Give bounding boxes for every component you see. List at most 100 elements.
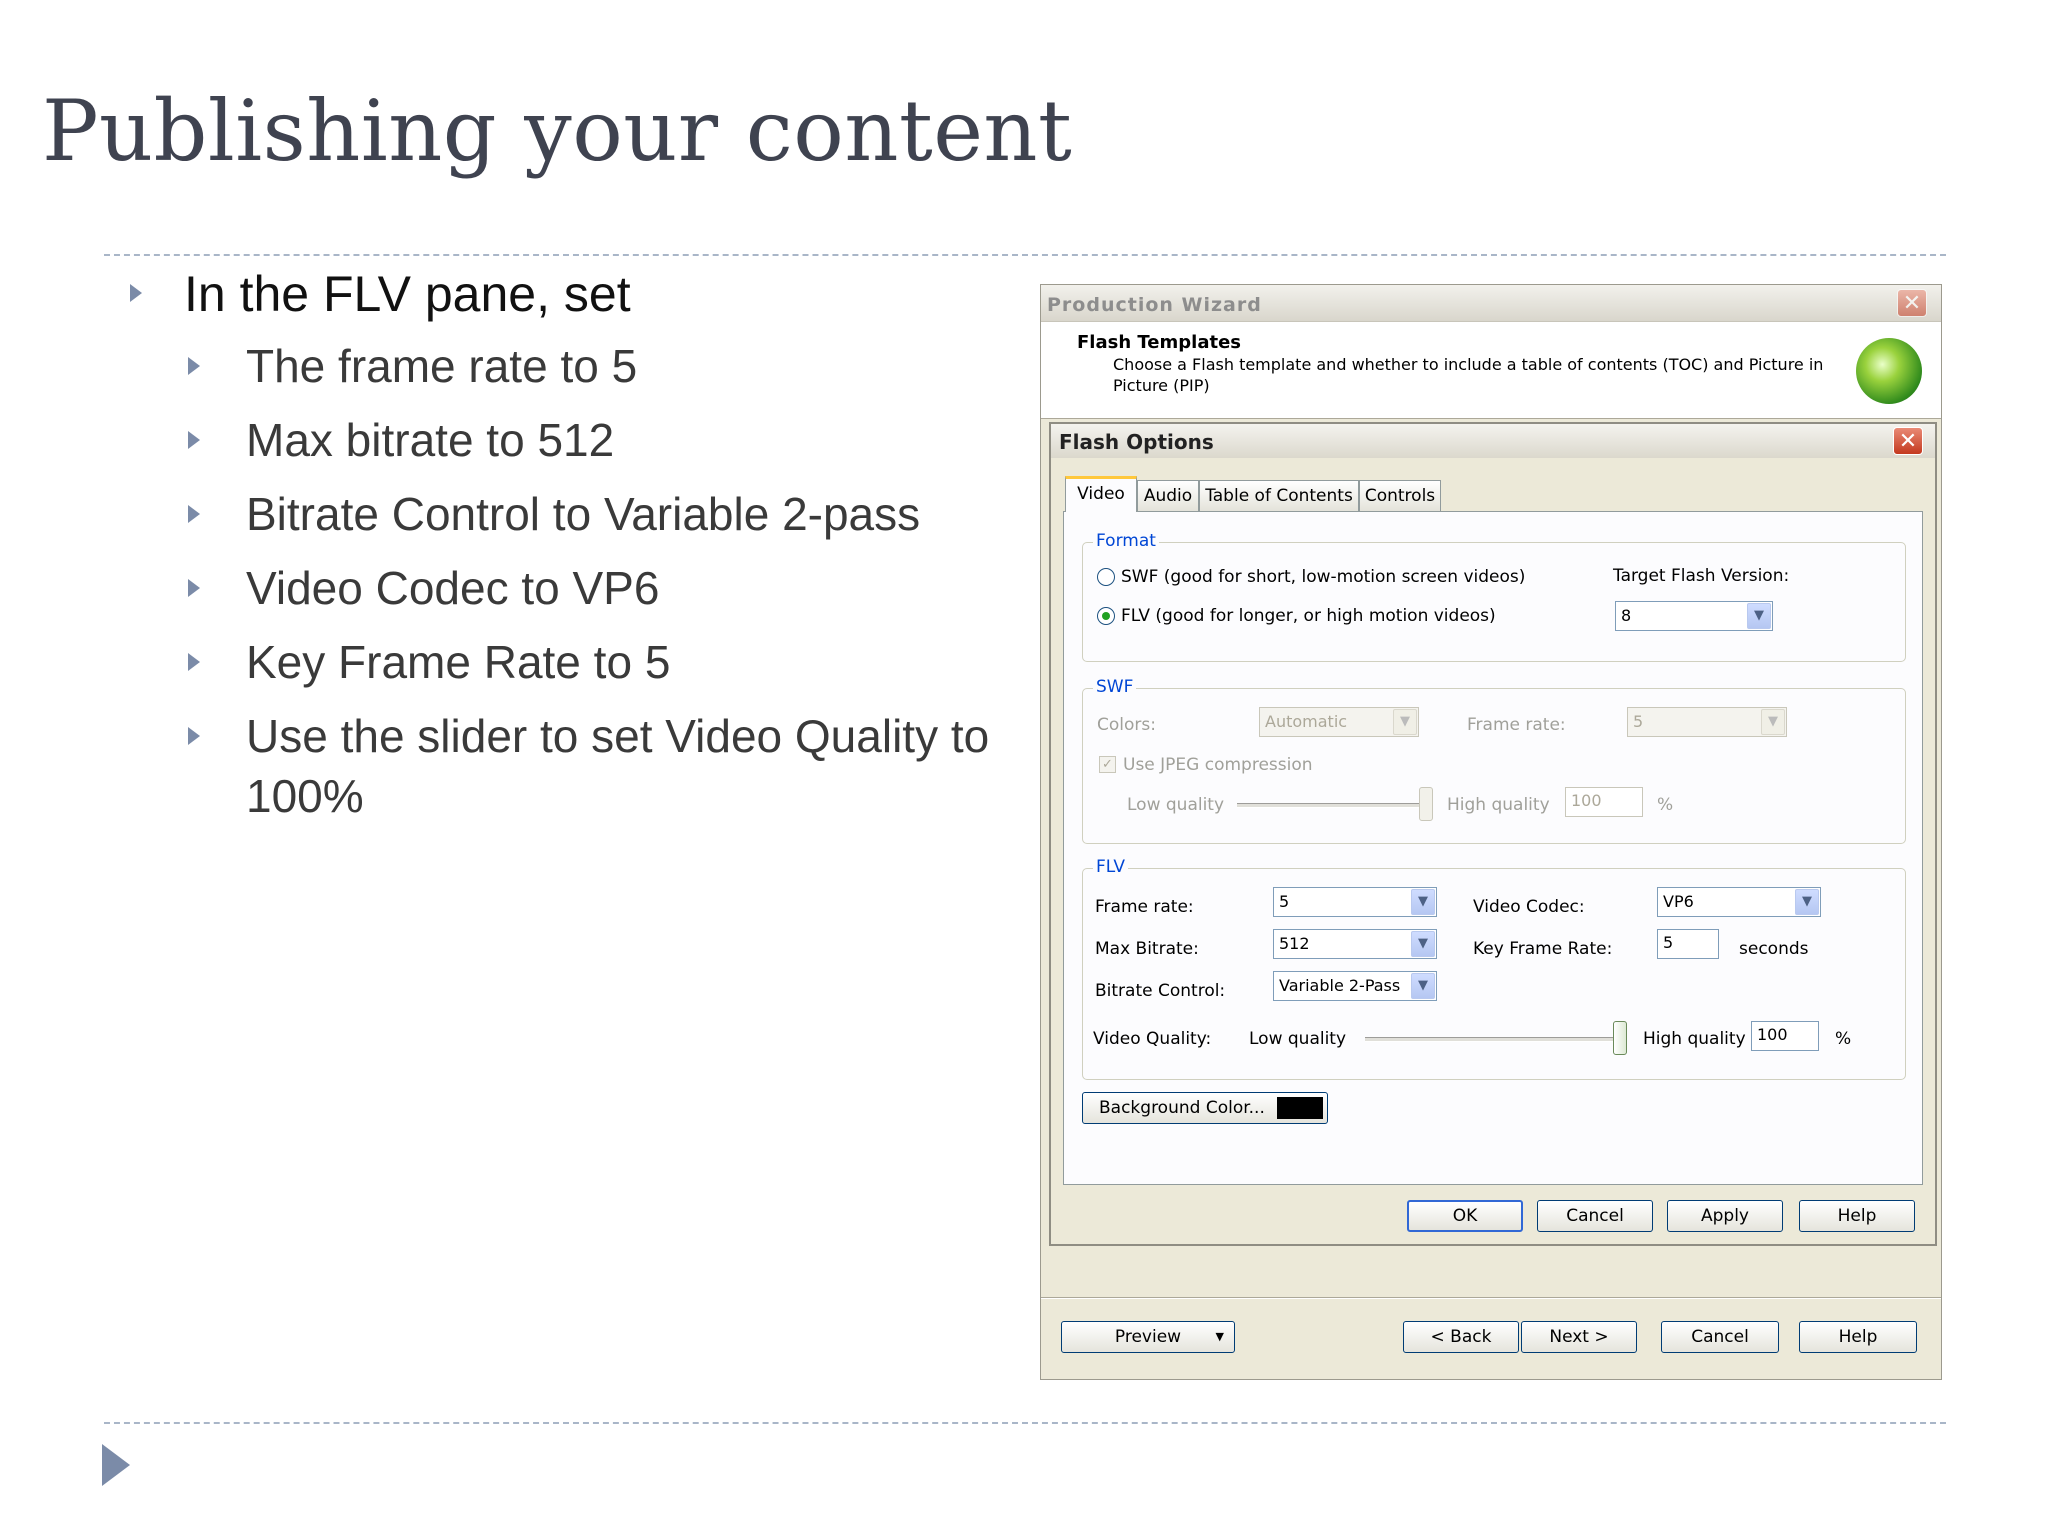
flv-quality-slider-thumb[interactable] [1613, 1021, 1627, 1055]
flv-video-codec-value: VP6 [1663, 892, 1694, 911]
bullet-arrow-icon [130, 284, 142, 302]
bullet-sub: Video Codec to VP6 [120, 558, 1000, 618]
swf-frame-rate-select[interactable]: 5 ▼ [1627, 707, 1787, 737]
cancel-button[interactable]: Cancel [1537, 1200, 1653, 1232]
swf-quality-percent: % [1657, 795, 1674, 815]
background-color-swatch [1277, 1097, 1323, 1119]
flv-quality-slider-track[interactable] [1365, 1037, 1621, 1042]
top-divider [104, 254, 1946, 256]
bullet-sub: The frame rate to 5 [120, 336, 1000, 396]
flv-radio-label: FLV (good for longer, or high motion vid… [1121, 606, 1496, 626]
flv-video-codec-select[interactable]: VP6 ▼ [1657, 887, 1821, 917]
close-icon[interactable]: ✕ [1897, 289, 1927, 317]
flv-quality-input[interactable]: 100 [1751, 1021, 1819, 1051]
flv-key-frame-rate-label: Key Frame Rate: [1473, 939, 1613, 959]
flv-radio[interactable] [1097, 607, 1115, 625]
bullet-sub-text: Bitrate Control to Variable 2-pass [246, 488, 921, 540]
swf-quality-slider-track[interactable] [1237, 803, 1423, 808]
flv-bitrate-control-value: Variable 2-Pass [1279, 976, 1401, 995]
use-jpeg-label: Use JPEG compression [1123, 755, 1313, 775]
chevron-down-icon[interactable]: ▼ [1761, 709, 1785, 735]
flv-key-frame-rate-input[interactable]: 5 [1657, 929, 1719, 959]
bullet-arrow-icon [188, 727, 200, 745]
swf-colors-label: Colors: [1097, 715, 1156, 735]
flv-max-bitrate-value: 512 [1279, 934, 1310, 953]
wizard-cancel-button[interactable]: Cancel [1661, 1321, 1779, 1353]
flv-frame-rate-select[interactable]: 5 ▼ [1273, 887, 1437, 917]
tab-controls[interactable]: Controls [1359, 480, 1441, 511]
bullet-arrow-icon [188, 431, 200, 449]
flv-group: FLV Frame rate: 5 ▼ Max Bitrate: 512 ▼ B… [1082, 857, 1906, 1080]
tab-audio[interactable]: Audio [1137, 480, 1199, 511]
bullet-sub: Bitrate Control to Variable 2-pass [120, 484, 1000, 544]
format-group: Format SWF (good for short, low-motion s… [1082, 531, 1906, 662]
production-wizard-header: Flash Templates Choose a Flash template … [1041, 322, 1941, 419]
flv-frame-rate-label: Frame rate: [1095, 897, 1194, 917]
background-color-button[interactable]: Background Color... [1082, 1092, 1328, 1124]
flv-bitrate-control-label: Bitrate Control: [1095, 981, 1226, 1001]
swf-frame-rate-label: Frame rate: [1467, 715, 1566, 735]
flv-max-bitrate-select[interactable]: 512 ▼ [1273, 929, 1437, 959]
back-button[interactable]: < Back [1403, 1321, 1519, 1353]
flash-options-dialog: Flash Options ✕ Video Audio Table of Con… [1049, 422, 1937, 1246]
flv-video-quality-label: Video Quality: [1093, 1029, 1212, 1049]
flv-seconds-label: seconds [1739, 939, 1809, 959]
format-group-label: Format [1093, 531, 1159, 551]
slide-title: Publishing your content [42, 82, 1073, 180]
swf-group-label: SWF [1093, 677, 1137, 697]
target-flash-version-select[interactable]: 8 ▼ [1615, 601, 1773, 631]
swf-quality-input[interactable]: 100 [1565, 787, 1643, 817]
target-flash-version-label: Target Flash Version: [1613, 566, 1790, 586]
bullet-sub-text: The frame rate to 5 [246, 340, 638, 392]
swf-frame-rate-value: 5 [1633, 712, 1644, 731]
apply-button[interactable]: Apply [1667, 1200, 1783, 1232]
bullet-sub-text: Key Frame Rate to 5 [246, 636, 671, 688]
bullet-sub-text: Max bitrate to 512 [246, 414, 615, 466]
use-jpeg-checkbox[interactable]: ✓ [1099, 756, 1116, 773]
chevron-down-icon[interactable]: ▼ [1747, 603, 1771, 629]
header-description: Choose a Flash template and whether to i… [1113, 355, 1824, 395]
preview-button[interactable]: Preview ▼ [1061, 1321, 1235, 1353]
chevron-down-icon[interactable]: ▼ [1795, 889, 1819, 915]
flv-bitrate-control-select[interactable]: Variable 2-Pass ▼ [1273, 971, 1437, 1001]
chevron-down-icon[interactable]: ▼ [1393, 709, 1417, 735]
header-title: Flash Templates [1077, 332, 1241, 353]
bullet-main: In the FLV pane, set [120, 262, 1000, 326]
wizard-help-button[interactable]: Help [1799, 1321, 1917, 1353]
flash-options-title: Flash Options [1059, 430, 1214, 454]
flv-high-quality-label: High quality [1643, 1029, 1746, 1049]
dropdown-arrow-icon: ▼ [1215, 1330, 1224, 1343]
flv-max-bitrate-label: Max Bitrate: [1095, 939, 1199, 959]
video-tab-panel: Format SWF (good for short, low-motion s… [1063, 511, 1923, 1185]
camtasia-logo-icon [1856, 338, 1922, 404]
target-flash-version-value: 8 [1621, 606, 1632, 625]
chevron-down-icon[interactable]: ▼ [1411, 889, 1435, 915]
wizard-footer-divider [1041, 1297, 1941, 1299]
chevron-down-icon[interactable]: ▼ [1411, 931, 1435, 957]
chevron-down-icon[interactable]: ▼ [1411, 973, 1435, 999]
bullet-arrow-icon [188, 653, 200, 671]
production-wizard-window: Production Wizard ✕ Flash Templates Choo… [1040, 284, 1942, 1380]
preview-label: Preview [1114, 1327, 1182, 1347]
swf-colors-select[interactable]: Automatic ▼ [1259, 707, 1419, 737]
flv-video-codec-label: Video Codec: [1473, 897, 1585, 917]
tab-video[interactable]: Video [1065, 476, 1137, 512]
flash-options-titlebar: Flash Options ✕ [1051, 424, 1935, 458]
close-icon[interactable]: ✕ [1893, 427, 1923, 455]
next-button[interactable]: Next > [1521, 1321, 1637, 1353]
bullet-sub: Key Frame Rate to 5 [120, 632, 1000, 692]
bullet-sub-text: Video Codec to VP6 [246, 562, 660, 614]
bullet-main-text: In the FLV pane, set [184, 266, 631, 322]
bullet-sub-text: Use the slider to set Video Quality to 1… [246, 710, 990, 822]
swf-quality-slider-thumb[interactable] [1419, 787, 1433, 821]
bullet-arrow-icon [188, 357, 200, 375]
production-wizard-titlebar: Production Wizard ✕ [1041, 285, 1941, 322]
swf-low-quality-label: Low quality [1127, 795, 1225, 815]
tab-table-of-contents[interactable]: Table of Contents [1199, 480, 1359, 511]
flv-frame-rate-value: 5 [1279, 892, 1290, 911]
bullet-arrow-icon [188, 505, 200, 523]
swf-high-quality-label: High quality [1447, 795, 1550, 815]
ok-button[interactable]: OK [1407, 1200, 1523, 1232]
help-button[interactable]: Help [1799, 1200, 1915, 1232]
swf-radio[interactable] [1097, 568, 1115, 586]
